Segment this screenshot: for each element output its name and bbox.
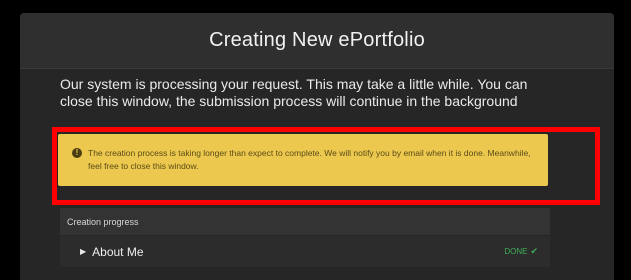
status-text: DONE xyxy=(504,247,528,256)
progress-item-about-me[interactable]: ▶ About Me DONE ✔ xyxy=(60,236,550,267)
dialog-title: Creating New ePortfolio xyxy=(209,29,425,51)
dialog-header: Creating New ePortfolio xyxy=(20,13,614,69)
creation-progress-header: Creation progress xyxy=(60,208,550,235)
checkmark-icon: ✔ xyxy=(530,246,538,256)
progress-item-status: DONE ✔ xyxy=(504,246,538,257)
progress-item-label: About Me xyxy=(92,244,144,259)
processing-message: Our system is processing your request. T… xyxy=(60,76,528,109)
highlight-box xyxy=(52,127,600,205)
chevron-right-icon: ▶ xyxy=(80,247,87,256)
